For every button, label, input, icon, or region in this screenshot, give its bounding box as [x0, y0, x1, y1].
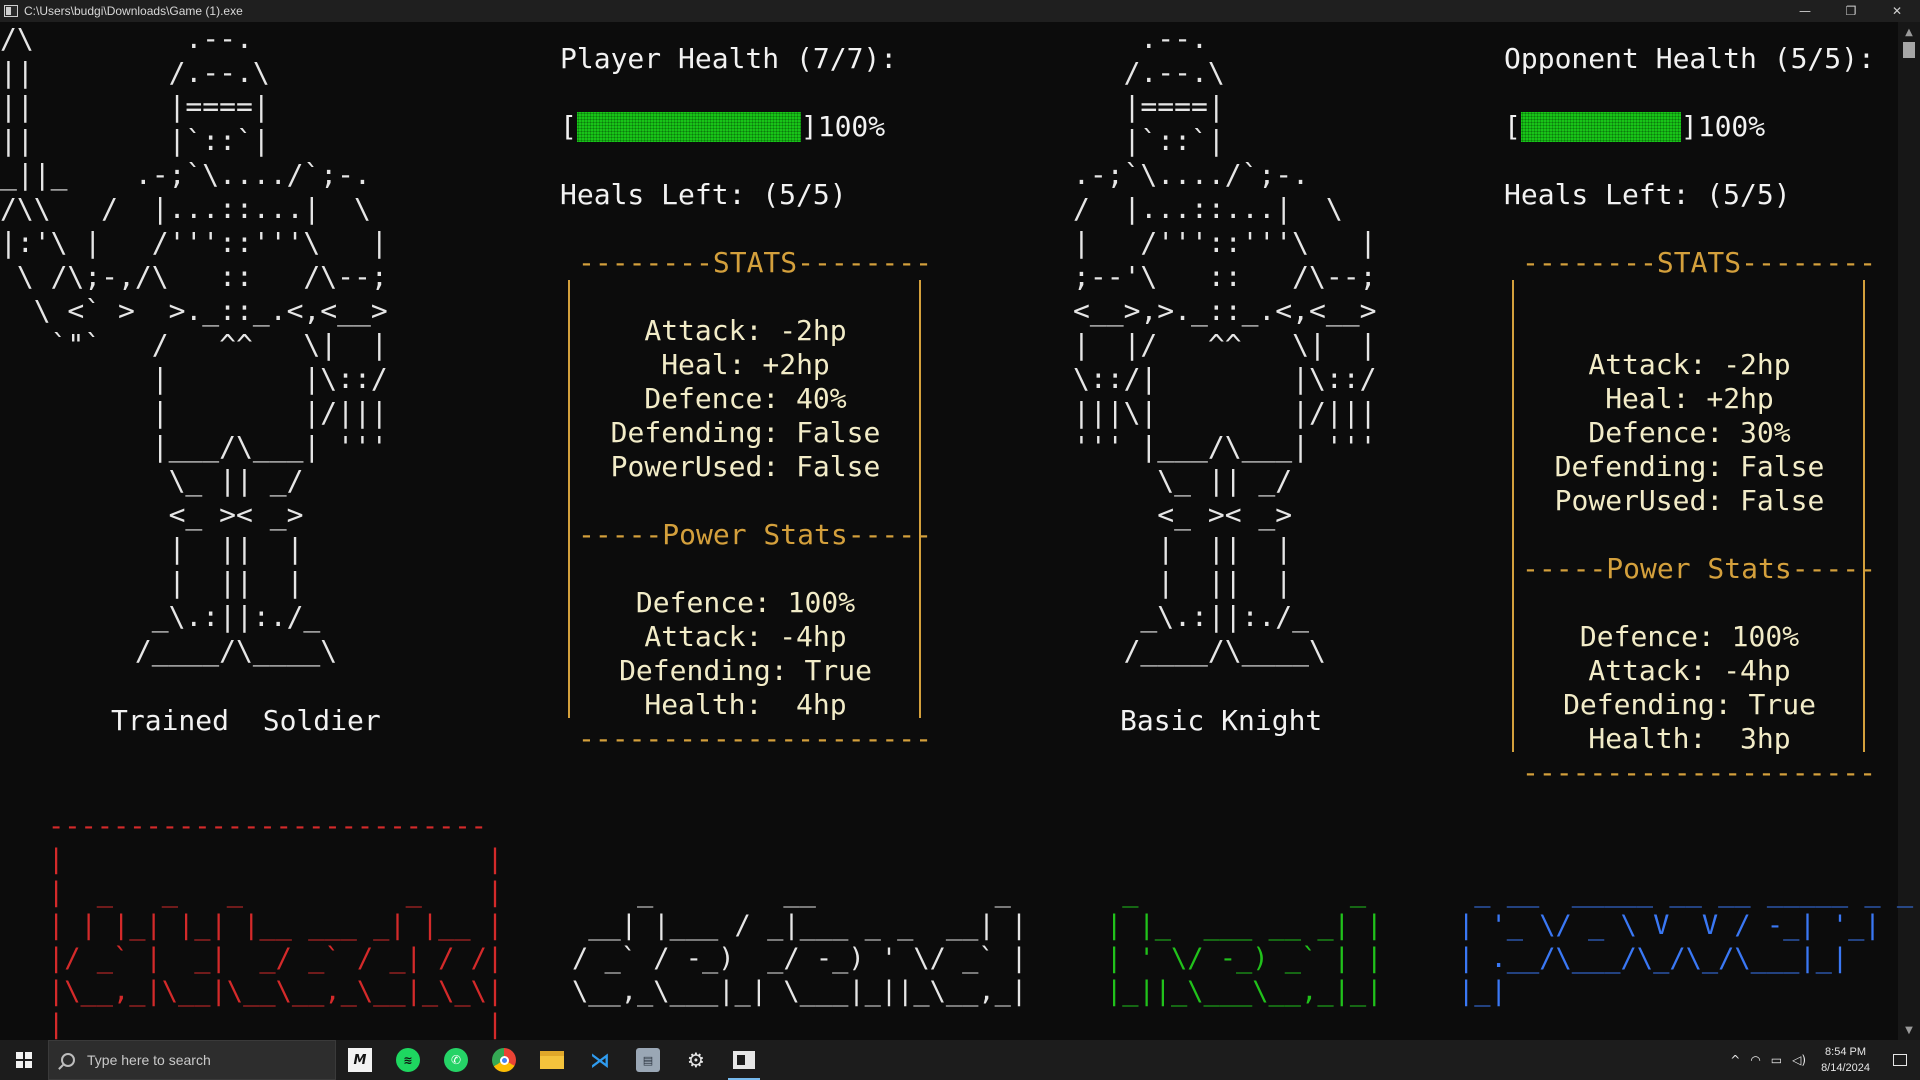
opponent-stats-bottom-rule: ---------------------	[1522, 756, 1877, 789]
opponent-stats-border-left	[1512, 280, 1514, 752]
power-action[interactable]: _ __ _____ __ __ _____ _ _ | '_ \/ _ \ V…	[1458, 810, 1913, 1008]
opponent-stat-heal: Heal: +2hp	[1605, 382, 1774, 415]
opponent-health-label: Opponent Health (5/5):	[1504, 42, 1875, 75]
search-placeholder: Type here to search	[87, 1052, 211, 1068]
player-soldier-art: /\ .--. || /.--.\ || |====| || |`::`| _|…	[0, 22, 388, 667]
gear-icon: ⚙	[687, 1048, 705, 1072]
player-stat-defence: Defence: 40%	[644, 382, 847, 415]
taskbar-settings[interactable]: ⚙	[672, 1040, 720, 1080]
app-window-icon: ▤	[636, 1048, 660, 1072]
vscode-icon: ⋊	[590, 1048, 610, 1072]
opponent-stat-defence: Defence: 30%	[1588, 416, 1791, 449]
opponent-stat-power-used: PowerUsed: False	[1554, 484, 1825, 517]
player-stats-bottom-rule: ---------------------	[578, 722, 933, 755]
opponent-health-track	[1520, 112, 1681, 142]
player-power-health: Health: 4hp	[644, 688, 847, 721]
player-health-bar: [ ]100%	[560, 110, 886, 143]
scroll-up-icon[interactable]: ▲	[1898, 22, 1920, 42]
player-stat-heal: Heal: +2hp	[661, 348, 830, 381]
windows-logo-icon	[16, 1052, 32, 1068]
opponent-knight-art: .--. /.--.\ |====| |`::`| .-;`\..../`;-.…	[1073, 22, 1377, 667]
window-controls: — ❐ ✕	[1782, 0, 1920, 22]
opponent-stat-defending: Defending: False	[1554, 450, 1825, 483]
start-button[interactable]	[0, 1040, 48, 1080]
player-health-percent: ]100%	[800, 110, 886, 143]
search-icon	[61, 1053, 75, 1067]
taskbar-search[interactable]: Type here to search	[48, 1040, 336, 1080]
spotify-icon: ≋	[396, 1048, 420, 1072]
title-bar: C:\Users\budgi\Downloads\Game (1).exe — …	[0, 0, 1920, 22]
player-stats-header: --------STATS--------	[578, 246, 933, 279]
opponent-power-health: Health: 3hp	[1588, 722, 1791, 755]
taskbar-chrome[interactable]	[480, 1040, 528, 1080]
scroll-down-icon[interactable]: ▼	[1898, 1020, 1920, 1040]
console-icon	[733, 1051, 755, 1069]
clock-time: 8:54 PM	[1825, 1046, 1867, 1058]
player-name: Trained Soldier	[111, 704, 381, 737]
player-stat-attack: Attack: -2hp	[644, 314, 847, 347]
restore-button[interactable]: ❐	[1828, 0, 1874, 22]
opponent-power-header: -----Power Stats-----	[1522, 552, 1877, 585]
player-power-defending: Defending: True	[619, 654, 872, 687]
player-stat-power-used: PowerUsed: False	[610, 450, 881, 483]
opponent-health-fill	[1520, 112, 1681, 142]
defend-action[interactable]: _ __ _ __| |___ / _|___ _ _ __| | / _` /…	[572, 810, 1027, 1008]
taskbar-whatsapp[interactable]: ✆	[432, 1040, 480, 1080]
player-stats-border-right	[919, 280, 921, 718]
player-health-track	[576, 112, 801, 142]
taskbar-spotify[interactable]: ≋	[384, 1040, 432, 1080]
whatsapp-icon: ✆	[444, 1048, 468, 1072]
opponent-power-attack: Attack: -4hp	[1588, 654, 1791, 687]
opponent-heals-left: Heals Left: (5/5)	[1504, 178, 1791, 211]
opponent-stats-border-right	[1863, 280, 1865, 752]
notification-icon	[1893, 1054, 1907, 1066]
attack-action[interactable]: --------------------------- | | | _ _ _ …	[48, 810, 503, 1041]
battery-icon[interactable]: ▭	[1766, 1053, 1787, 1067]
opponent-stat-attack: Attack: -2hp	[1588, 348, 1791, 381]
player-power-attack: Attack: -4hp	[644, 620, 847, 653]
taskbar: Type here to search M ≋ ✆ ⋊ ▤ ⚙ ^ ◠ ▭ ◁)…	[0, 1040, 1920, 1080]
player-stats-box: --------STATS-------- Attack: -2hp Heal:…	[560, 246, 932, 762]
taskbar-file-explorer[interactable]	[528, 1040, 576, 1080]
scrollbar-thumb[interactable]	[1903, 42, 1915, 58]
opponent-name: Basic Knight	[1120, 704, 1323, 737]
taskbar-console[interactable]	[720, 1040, 768, 1080]
m-app-icon: M	[348, 1048, 372, 1072]
network-icon[interactable]: ◠	[1745, 1053, 1765, 1067]
notification-button[interactable]	[1880, 1040, 1920, 1080]
opponent-health-bar: [ ]100%	[1504, 110, 1766, 143]
chrome-icon	[492, 1048, 516, 1072]
console-output: /\ .--. || /.--.\ || |====| || |`::`| _|…	[0, 22, 1913, 1041]
volume-icon[interactable]: ◁)	[1787, 1053, 1811, 1067]
player-heals-left: Heals Left: (5/5)	[560, 178, 847, 211]
player-stat-defending: Defending: False	[610, 416, 881, 449]
opponent-stats-header: --------STATS--------	[1522, 246, 1877, 279]
taskbar-vscode[interactable]: ⋊	[576, 1040, 624, 1080]
system-tray: ^ ◠ ▭ ◁) 8:54 PM 8/14/2024	[1725, 1040, 1920, 1080]
taskbar-app-window[interactable]: ▤	[624, 1040, 672, 1080]
taskbar-clock[interactable]: 8:54 PM 8/14/2024	[1811, 1044, 1880, 1076]
window-title: C:\Users\budgi\Downloads\Game (1).exe	[24, 4, 243, 18]
player-power-defence: Defence: 100%	[635, 586, 856, 619]
folder-icon	[540, 1051, 564, 1069]
clock-date: 8/14/2024	[1821, 1062, 1870, 1074]
opponent-health-percent: ]100%	[1680, 110, 1766, 143]
heal-action[interactable]: _ _ | |_ ___ __ _| | | ' \/ -_) _` | | |…	[1106, 810, 1382, 1008]
player-stats-border-left	[568, 280, 570, 718]
player-power-header: -----Power Stats-----	[578, 518, 933, 551]
player-health-fill	[576, 112, 801, 142]
taskbar-mindmap-app[interactable]: M	[336, 1040, 384, 1080]
opponent-power-defence: Defence: 100%	[1579, 620, 1800, 653]
opponent-stats-box: --------STATS-------- Attack: -2hp Heal:…	[1504, 246, 1876, 796]
close-button[interactable]: ✕	[1874, 0, 1920, 22]
opponent-power-defending: Defending: True	[1563, 688, 1816, 721]
minimize-button[interactable]: —	[1782, 0, 1828, 22]
console-app-icon	[4, 5, 18, 17]
player-health-label: Player Health (7/7):	[560, 42, 898, 75]
tray-chevron-icon[interactable]: ^	[1725, 1053, 1745, 1067]
